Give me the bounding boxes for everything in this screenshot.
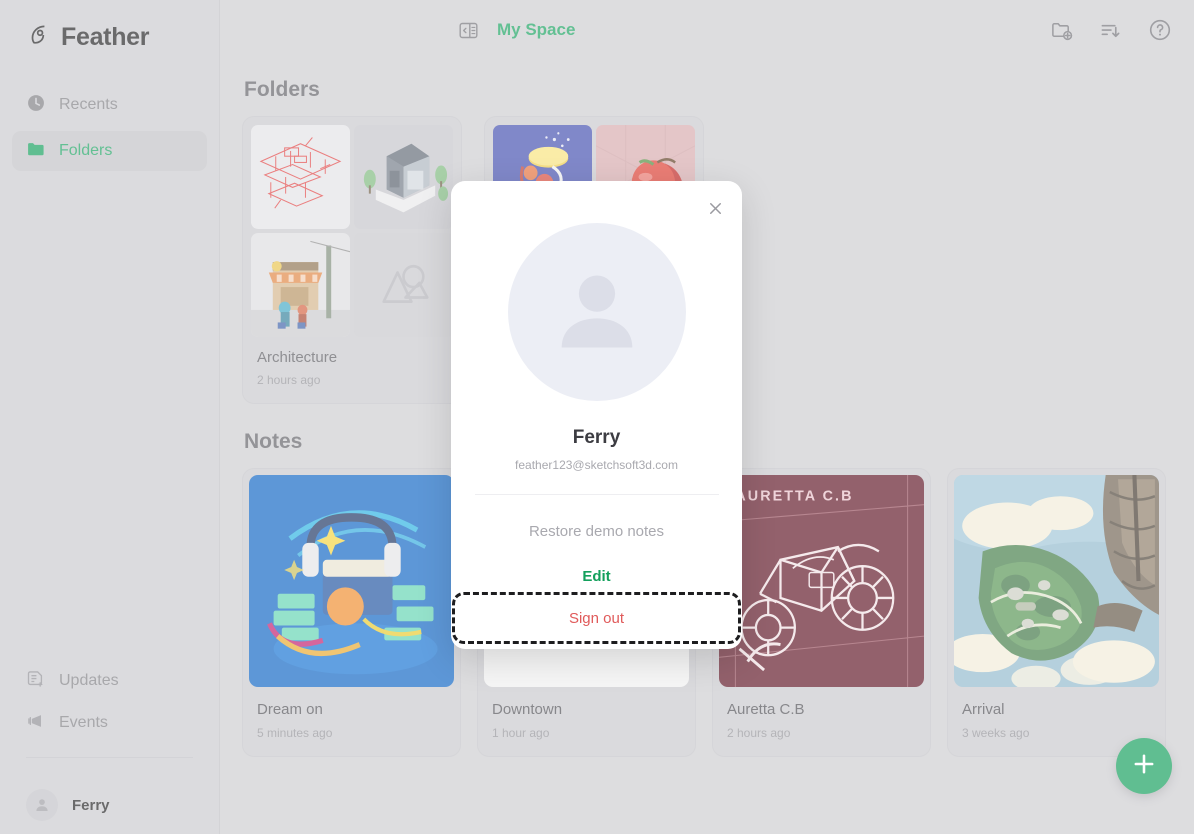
edit-button[interactable]: Edit xyxy=(451,568,742,585)
close-icon[interactable] xyxy=(702,195,728,221)
modal-user-email: feather123@sketchsoft3d.com xyxy=(515,458,678,472)
sign-out-button[interactable]: Sign out xyxy=(452,592,741,644)
app-root: Feather Recents Folders Updates Events F… xyxy=(0,0,1194,834)
restore-demo-notes-button[interactable]: Restore demo notes xyxy=(451,523,742,540)
account-modal: Ferry feather123@sketchsoft3d.com Restor… xyxy=(451,181,742,649)
person-icon xyxy=(544,257,650,368)
modal-avatar xyxy=(507,223,686,401)
modal-user-name: Ferry xyxy=(572,427,621,448)
modal-divider xyxy=(474,494,719,495)
